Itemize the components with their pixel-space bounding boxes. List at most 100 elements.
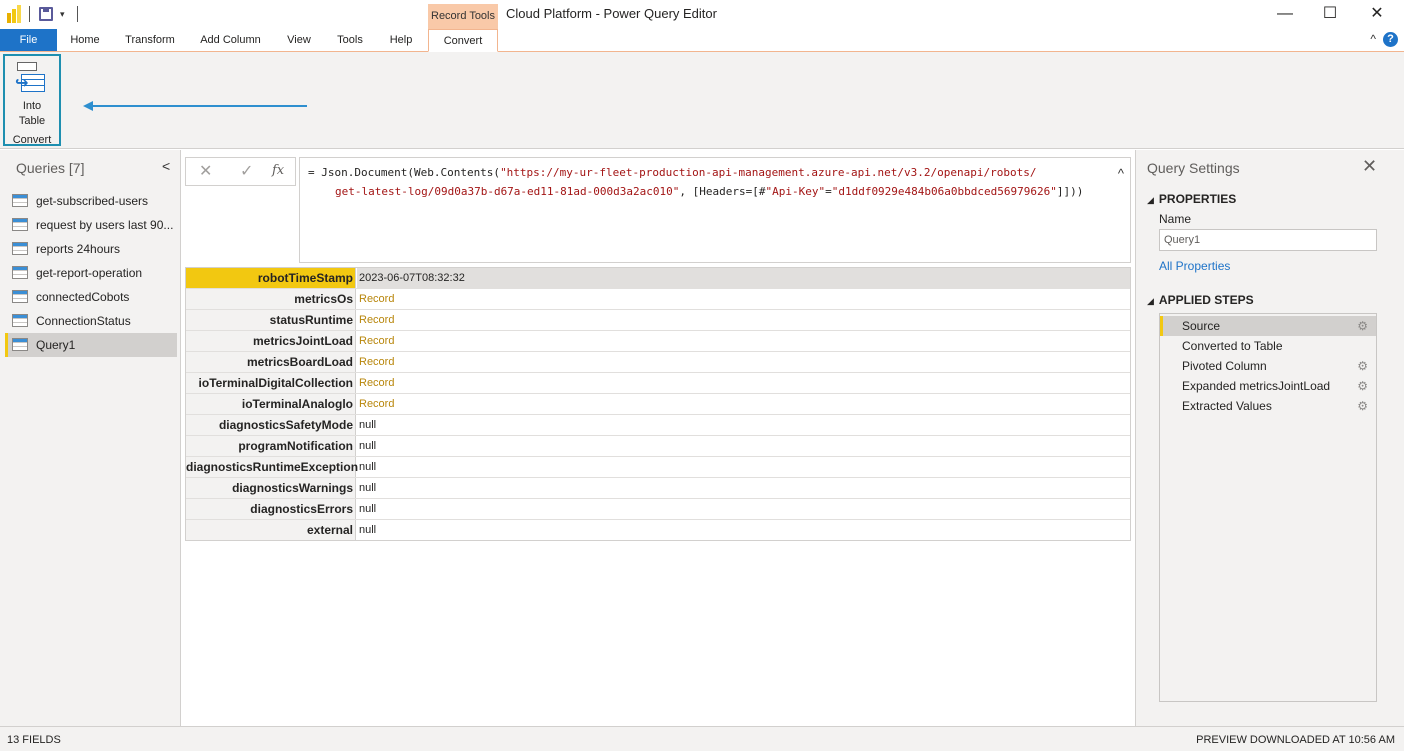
record-field-name[interactable]: metricsOs <box>186 289 356 309</box>
commit-formula-icon[interactable]: ✓ <box>240 161 253 181</box>
tab-file[interactable]: File <box>0 29 57 51</box>
name-label: Name <box>1159 212 1191 226</box>
gear-icon[interactable]: ⚙ <box>1357 316 1368 336</box>
table-icon <box>12 242 28 255</box>
record-link[interactable]: Record <box>359 331 394 351</box>
record-field-name[interactable]: metricsJointLoad <box>186 331 356 351</box>
record-field-name[interactable]: ioTerminalDigitalCollection <box>186 373 356 393</box>
window-title: Cloud Platform - Power Query Editor <box>506 6 717 21</box>
into-table-label-line2: Table <box>5 114 59 129</box>
gear-icon[interactable]: ⚙ <box>1357 376 1368 396</box>
ribbon-tab-bar: File Home Transform Add Column View Tool… <box>0 29 1404 52</box>
formula-input[interactable]: = Json.Document(Web.Contents("https://my… <box>299 157 1131 263</box>
fx-icon[interactable]: fx <box>272 163 284 178</box>
record-row: robotTimeStamp 2023-06-07T08:32:32 <box>186 268 1130 289</box>
record-field-name[interactable]: diagnosticsErrors <box>186 499 356 519</box>
collapse-queries-pane-icon[interactable]: < <box>162 158 170 174</box>
query-item-label: connectedCobots <box>36 285 129 309</box>
quick-access-dropdown-icon[interactable]: ▾ <box>60 9 65 20</box>
queries-pane: Queries [7] < get-subscribed-users reque… <box>0 150 181 726</box>
record-field-name[interactable]: diagnosticsWarnings <box>186 478 356 498</box>
record-field-value[interactable]: null <box>359 478 376 498</box>
record-link[interactable]: Record <box>359 394 394 414</box>
close-window-button[interactable]: ✕ <box>1355 0 1399 29</box>
record-field-value[interactable]: null <box>359 457 376 477</box>
power-bi-logo-icon <box>7 5 23 23</box>
step-pivoted-column[interactable]: Pivoted Column ⚙ <box>1160 356 1376 376</box>
record-link[interactable]: Record <box>359 289 394 309</box>
tab-add-column[interactable]: Add Column <box>192 29 269 51</box>
all-properties-link[interactable]: All Properties <box>1159 259 1230 273</box>
minimize-button[interactable]: — <box>1263 0 1307 29</box>
collapse-ribbon-icon[interactable]: ^ <box>1370 32 1376 46</box>
query-item-get-subscribed-users[interactable]: get-subscribed-users <box>5 189 177 213</box>
formula-bar-buttons: ✕ ✓ fx <box>185 157 296 186</box>
record-field-name[interactable]: robotTimeStamp <box>186 268 356 288</box>
step-expanded-metrics-joint-load[interactable]: Expanded metricsJointLoad ⚙ <box>1160 376 1376 396</box>
tab-transform[interactable]: Transform <box>118 29 182 51</box>
query-item-connected-cobots[interactable]: connectedCobots <box>5 285 177 309</box>
into-table-button[interactable]: ↪ Into Table Convert <box>3 54 61 146</box>
title-bar: ▾ Record Tools Cloud Platform - Power Qu… <box>0 0 1404 29</box>
expand-triangle-icon: ◢ <box>1147 195 1154 205</box>
tab-convert[interactable]: Convert <box>428 29 498 52</box>
record-field-value[interactable]: null <box>359 520 376 540</box>
save-icon[interactable] <box>39 7 53 21</box>
table-icon <box>12 290 28 303</box>
table-icon <box>12 218 28 231</box>
tab-help[interactable]: Help <box>381 29 421 51</box>
help-icon[interactable]: ? <box>1383 32 1398 47</box>
record-row: diagnosticsRuntimeException null <box>186 457 1130 478</box>
query-item-connection-status[interactable]: ConnectionStatus <box>5 309 177 333</box>
record-field-name[interactable]: diagnosticsRuntimeException <box>186 457 356 477</box>
record-row: diagnosticsSafetyMode null <box>186 415 1130 436</box>
record-row: programNotification null <box>186 436 1130 457</box>
query-item-get-report-operation[interactable]: get-report-operation <box>5 261 177 285</box>
preview-downloaded-status: PREVIEW DOWNLOADED AT 10:56 AM <box>1196 734 1395 746</box>
tab-home[interactable]: Home <box>62 29 108 51</box>
formula-line-1: = Json.Document(Web.Contents("https://my… <box>308 166 1037 179</box>
applied-steps-section-header[interactable]: ◢APPLIED STEPS <box>1147 293 1254 307</box>
step-label: Source <box>1182 319 1220 333</box>
step-label: Pivoted Column <box>1182 359 1267 373</box>
record-field-name[interactable]: external <box>186 520 356 540</box>
properties-section-header[interactable]: ◢PROPERTIES <box>1147 192 1236 206</box>
query-item-label: ConnectionStatus <box>36 309 131 333</box>
record-row: metricsBoardLoad Record <box>186 352 1130 373</box>
into-table-icon: ↪ <box>15 62 47 96</box>
record-field-value[interactable]: null <box>359 499 376 519</box>
annotation-arrow-icon <box>83 99 307 113</box>
record-row: diagnosticsWarnings null <box>186 478 1130 499</box>
record-field-name[interactable]: statusRuntime <box>186 310 356 330</box>
ribbon: ↪ Into Table Convert <box>0 52 1404 149</box>
record-link[interactable]: Record <box>359 373 394 393</box>
record-field-value[interactable]: 2023-06-07T08:32:32 <box>359 268 465 288</box>
step-source[interactable]: Source ⚙ <box>1160 316 1376 336</box>
record-field-name[interactable]: ioTerminalAnaloglo <box>186 394 356 414</box>
query-item-request-by-users[interactable]: request by users last 90... <box>5 213 177 237</box>
queries-pane-title: Queries [7] <box>16 160 84 176</box>
close-settings-icon[interactable]: ✕ <box>1362 156 1377 177</box>
record-row: diagnosticsErrors null <box>186 499 1130 520</box>
record-row: ioTerminalAnaloglo Record <box>186 394 1130 415</box>
gear-icon[interactable]: ⚙ <box>1357 396 1368 416</box>
expand-triangle-icon: ◢ <box>1147 296 1154 306</box>
step-converted-to-table[interactable]: Converted to Table <box>1160 336 1376 356</box>
collapse-formula-icon[interactable]: ^ <box>1118 166 1124 181</box>
query-item-query1[interactable]: Query1 <box>5 333 177 357</box>
step-extracted-values[interactable]: Extracted Values ⚙ <box>1160 396 1376 416</box>
query-name-input[interactable] <box>1159 229 1377 251</box>
record-link[interactable]: Record <box>359 352 394 372</box>
record-field-name[interactable]: metricsBoardLoad <box>186 352 356 372</box>
record-field-name[interactable]: diagnosticsSafetyMode <box>186 415 356 435</box>
gear-icon[interactable]: ⚙ <box>1357 356 1368 376</box>
tab-tools[interactable]: Tools <box>329 29 371 51</box>
record-field-name[interactable]: programNotification <box>186 436 356 456</box>
query-item-reports-24hours[interactable]: reports 24hours <box>5 237 177 261</box>
cancel-formula-icon[interactable]: ✕ <box>199 161 212 181</box>
record-link[interactable]: Record <box>359 310 394 330</box>
maximize-button[interactable]: ☐ <box>1308 0 1352 29</box>
record-field-value[interactable]: null <box>359 436 376 456</box>
tab-view[interactable]: View <box>279 29 319 51</box>
record-field-value[interactable]: null <box>359 415 376 435</box>
